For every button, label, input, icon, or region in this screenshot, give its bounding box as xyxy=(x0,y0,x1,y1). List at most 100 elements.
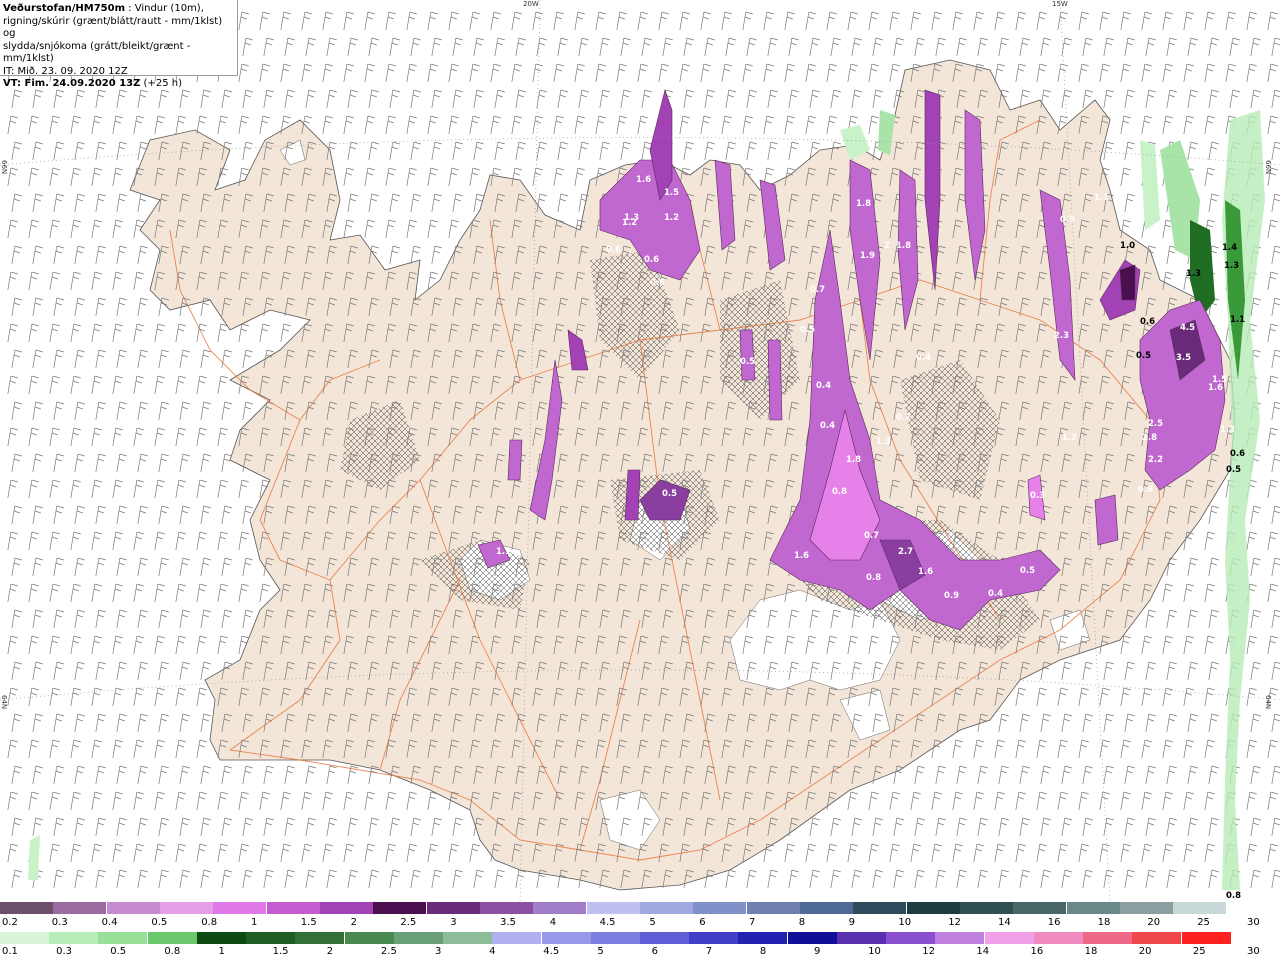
legend-label: 10 xyxy=(868,946,881,957)
legend-label: 0.3 xyxy=(56,946,73,957)
legend-swatch xyxy=(853,902,908,914)
map-value-label: 0.7 xyxy=(810,285,825,295)
legend-swatch xyxy=(1013,902,1068,914)
snow-legend-labels: 0.2 0.3 0.4 0.5 0.8 1 1.5 2 2.5 3 3.5 4 4.5 5 6 7 8 9 10 12… xyxy=(0,917,1280,930)
legend-label: 20 xyxy=(1147,917,1161,928)
rain-legend-bar xyxy=(0,932,1280,945)
legend-swatch xyxy=(443,932,494,944)
map-value-label: 2 xyxy=(884,241,890,251)
lat-label-64n-right: 64N xyxy=(1264,695,1272,710)
legend-swatch xyxy=(320,902,374,914)
legend-label: 3 xyxy=(435,946,442,957)
map-value-label: 0.4 xyxy=(820,421,835,431)
map-value-label: 0.8 xyxy=(1226,891,1241,901)
legend-swatch xyxy=(800,902,854,914)
legend-swatch xyxy=(787,932,838,944)
map-value-label: 0.5 xyxy=(1020,566,1035,576)
legend-label: 8 xyxy=(798,917,806,928)
map-value-label: 0.6 xyxy=(650,278,665,288)
legend-swatch xyxy=(344,932,395,944)
legend-label: 3 xyxy=(450,917,457,928)
legend-label: 0.5 xyxy=(110,946,127,957)
legend-swatch xyxy=(533,902,588,914)
lat-label-64n-left: 64N xyxy=(0,695,8,710)
legend-swatch xyxy=(1083,932,1134,944)
header-line-2: rigning/skúrir (grænt/blátt/rautt - mm/1… xyxy=(3,15,223,40)
legend-swatch xyxy=(960,902,1014,914)
legend-swatch xyxy=(590,932,641,944)
legend-label: 9 xyxy=(813,946,821,957)
map-value-label: 1.3 xyxy=(876,437,891,447)
legend-label: 0.1 xyxy=(2,946,18,957)
map-value-label: 1.1 xyxy=(1230,315,1245,325)
map-value-label: 0.4 xyxy=(988,589,1003,599)
legend-swatch xyxy=(640,902,694,914)
header-init-time: IT: Mið. 23. 09. 2020 12Z xyxy=(3,65,128,77)
map-value-label: 1.8 xyxy=(856,199,871,209)
legend-label: 9 xyxy=(848,917,855,928)
legend-label: 16 xyxy=(1030,946,1044,957)
map-value-label: 4.5 xyxy=(1180,323,1195,333)
map-value-label: 2.2 xyxy=(1148,455,1163,465)
color-legend: 0.2 0.3 0.4 0.5 0.8 1 1.5 2 2.5 3 3.5 4 4.5 5 6 7 8 9 10 12… xyxy=(0,902,1280,960)
map-value-label: 1.1 xyxy=(496,547,511,557)
legend-label: 7 xyxy=(749,917,756,928)
legend-label: 1.5 xyxy=(300,917,317,928)
legend-label: 2.5 xyxy=(400,917,417,928)
weather-map: 1.6 1.3 1.2 0.6 1.5 0.6 1.2 0.6 1.8 1.9 2 1.8 0.7 0.5… xyxy=(0,0,1280,902)
legend-label: 0.3 xyxy=(51,917,68,928)
map-value-label: 1.9 xyxy=(860,251,875,261)
header-variable: : Vindur (10m), xyxy=(124,3,204,14)
map-value-label: 0.3 xyxy=(1030,491,1045,501)
lon-label-15w: 15W xyxy=(1052,0,1068,8)
legend-label: 20 xyxy=(1138,946,1152,957)
legend-swatch xyxy=(49,932,100,944)
legend-label: 18 xyxy=(1084,946,1098,957)
legend-label: 14 xyxy=(998,917,1011,928)
map-value-label: 2.5 xyxy=(1148,419,1163,429)
map-value-label: 1.8 xyxy=(846,455,861,465)
map-value-label: 1.6 xyxy=(794,551,809,561)
legend-label: 8 xyxy=(759,946,767,957)
map-value-label: 0.5 xyxy=(1136,351,1151,361)
map-value-label: 0.9 xyxy=(944,591,959,601)
legend-swatch xyxy=(1066,902,1121,914)
legend-swatch xyxy=(746,902,801,914)
legend-swatch xyxy=(160,902,214,914)
map-value-label: 2.3 xyxy=(1054,331,1069,341)
legend-label: 4.5 xyxy=(543,946,560,957)
legend-swatch xyxy=(640,932,690,944)
legend-swatch xyxy=(98,932,149,944)
legend-label: 1 xyxy=(218,946,225,957)
legend-swatch xyxy=(1173,902,1228,914)
map-value-label: 0.6 xyxy=(1230,449,1245,459)
header-source: Veðurstofan/HM750m xyxy=(3,3,125,14)
legend-label: 30 xyxy=(1247,917,1260,928)
lat-label-66n-left: 66N xyxy=(0,160,8,175)
map-value-label: 1.8 xyxy=(896,241,911,251)
snow-legend-bar xyxy=(0,902,1280,915)
map-value-label: 2.8 xyxy=(1142,433,1157,443)
legend-label: 7 xyxy=(705,946,713,957)
legend-swatch xyxy=(689,932,740,944)
map-value-label: 1.0 xyxy=(1120,241,1135,251)
map-value-label: 0.4 xyxy=(816,381,831,391)
legend-label: 4 xyxy=(489,946,496,957)
map-header: Veðurstofan/HM750m : Vindur (10m), rigni… xyxy=(0,0,238,89)
map-value-label: 0.6 xyxy=(644,255,659,265)
legend-swatch xyxy=(693,902,748,914)
legend-swatch xyxy=(886,932,937,944)
legend-swatch xyxy=(213,902,268,914)
header-line-1: Veðurstofan/HM750m : Vindur (10m), xyxy=(3,3,237,16)
map-value-label: 0.9 xyxy=(1060,215,1075,225)
map-value-label: 1.2 xyxy=(1062,433,1077,443)
legend-swatch xyxy=(0,902,54,914)
legend-swatch xyxy=(106,902,161,914)
map-value-label: 0.4 xyxy=(916,353,931,363)
legend-label: 12 xyxy=(948,917,961,928)
legend-label: 0.5 xyxy=(151,917,168,928)
legend-swatch xyxy=(480,902,534,914)
legend-swatch xyxy=(373,902,428,914)
legend-label: 0.8 xyxy=(201,917,218,928)
map-value-label: 1.5 xyxy=(664,188,679,198)
